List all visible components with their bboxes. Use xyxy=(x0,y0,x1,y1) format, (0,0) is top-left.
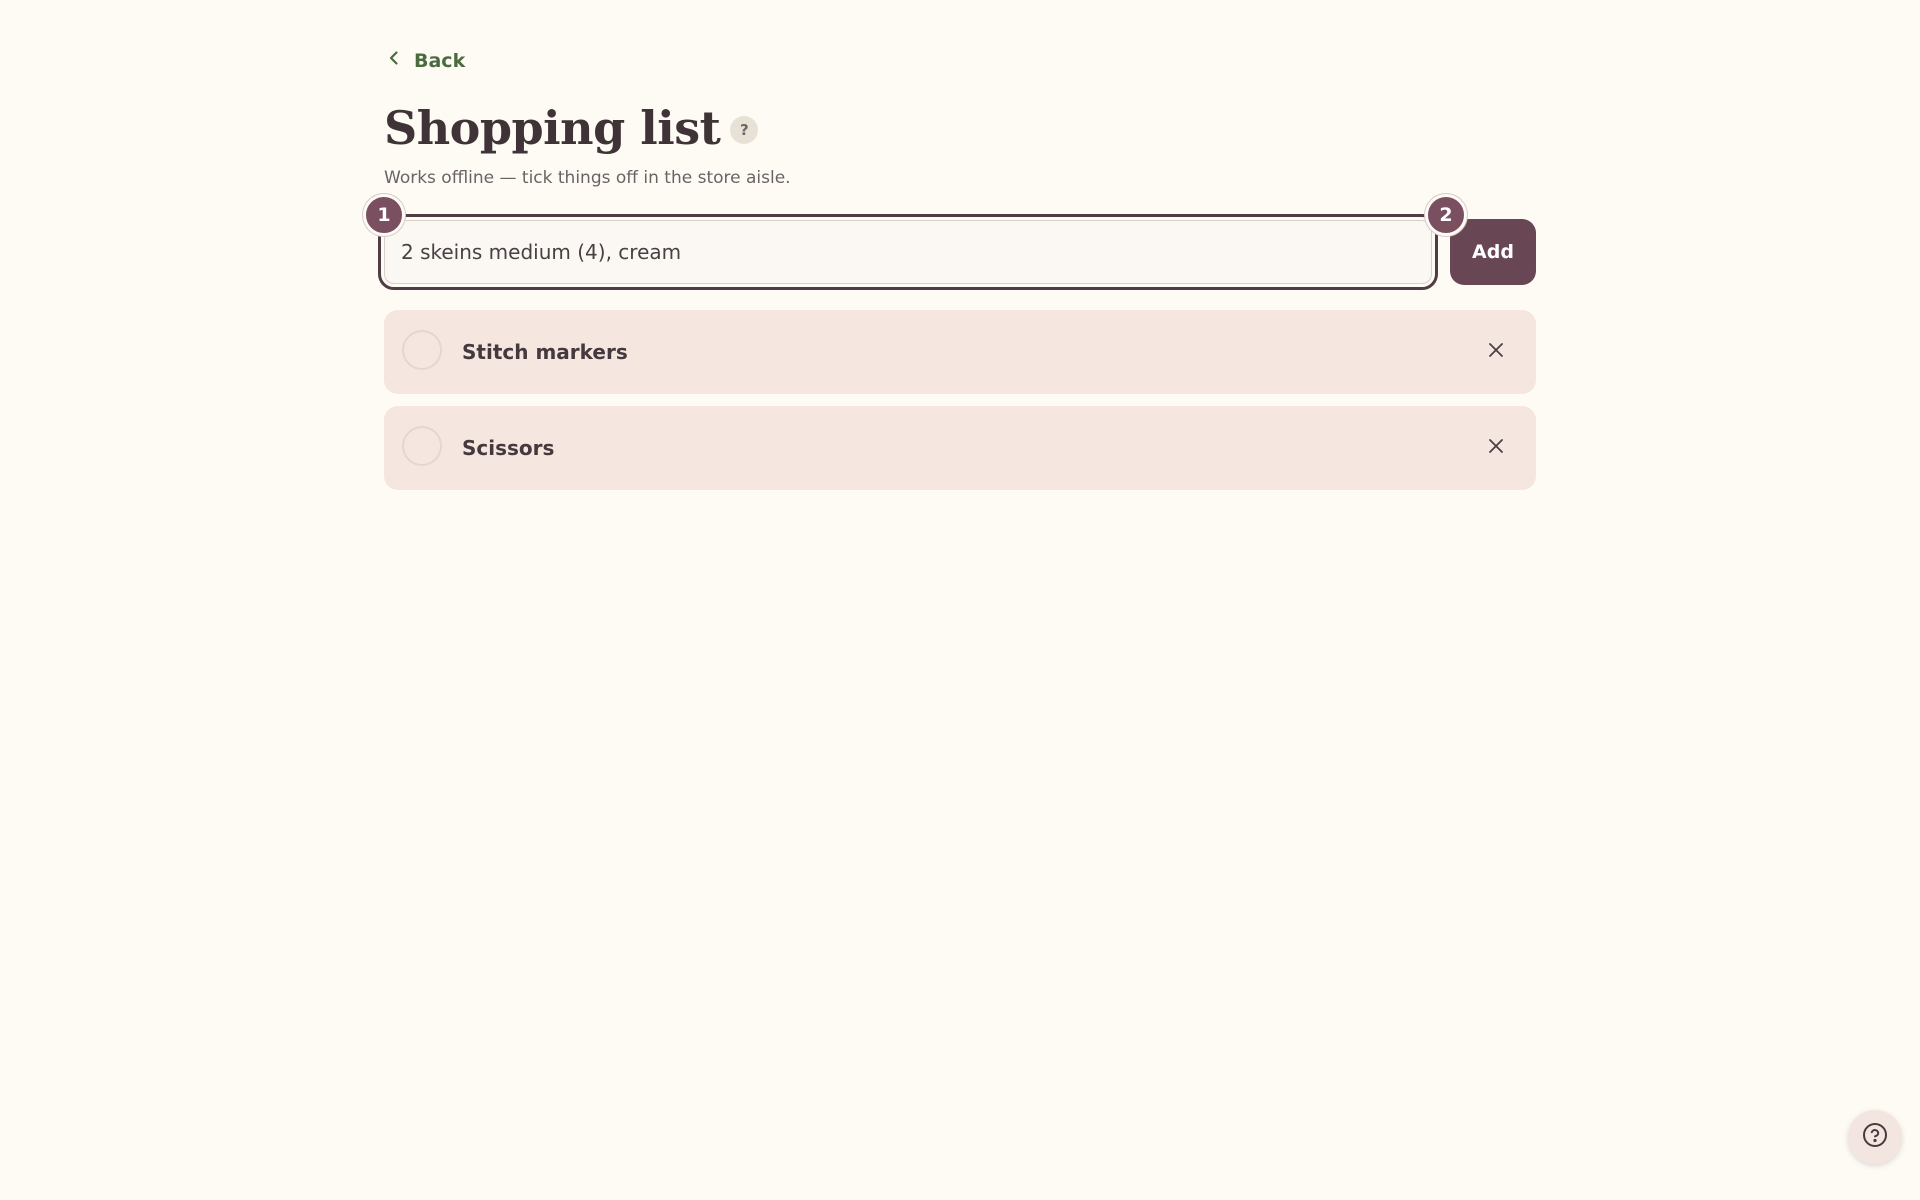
back-label: Back xyxy=(414,49,466,72)
add-item-form: Add 1 2 xyxy=(363,194,1536,290)
item-label: Scissors xyxy=(462,436,555,460)
help-circle-icon xyxy=(1861,1121,1889,1153)
page-title: Shopping list xyxy=(384,101,721,155)
step-badge-2: 2 xyxy=(1425,194,1467,236)
item-checkbox[interactable] xyxy=(402,426,442,466)
close-icon xyxy=(1487,437,1505,459)
close-icon xyxy=(1487,341,1505,363)
item-label: Stitch markers xyxy=(462,340,628,364)
page-subtitle: Works offline — tick things off in the s… xyxy=(384,168,791,188)
title-row: Shopping list ? xyxy=(384,96,759,160)
list-item: Scissors xyxy=(384,406,1536,490)
remove-item-button[interactable] xyxy=(1482,338,1510,366)
item-checkbox[interactable] xyxy=(402,330,442,370)
shopping-list: Stitch markers Scissors xyxy=(384,310,1536,502)
list-item: Stitch markers xyxy=(384,310,1536,394)
back-link[interactable]: Back xyxy=(384,48,465,73)
step-badge-1: 1 xyxy=(363,194,405,236)
chevron-left-icon xyxy=(384,48,404,73)
item-input[interactable] xyxy=(384,220,1432,284)
add-button[interactable]: Add xyxy=(1450,219,1536,285)
floating-help-button[interactable] xyxy=(1848,1110,1902,1164)
help-badge[interactable]: ? xyxy=(730,116,759,144)
item-input-wrapper xyxy=(378,214,1438,290)
remove-item-button[interactable] xyxy=(1482,434,1510,462)
